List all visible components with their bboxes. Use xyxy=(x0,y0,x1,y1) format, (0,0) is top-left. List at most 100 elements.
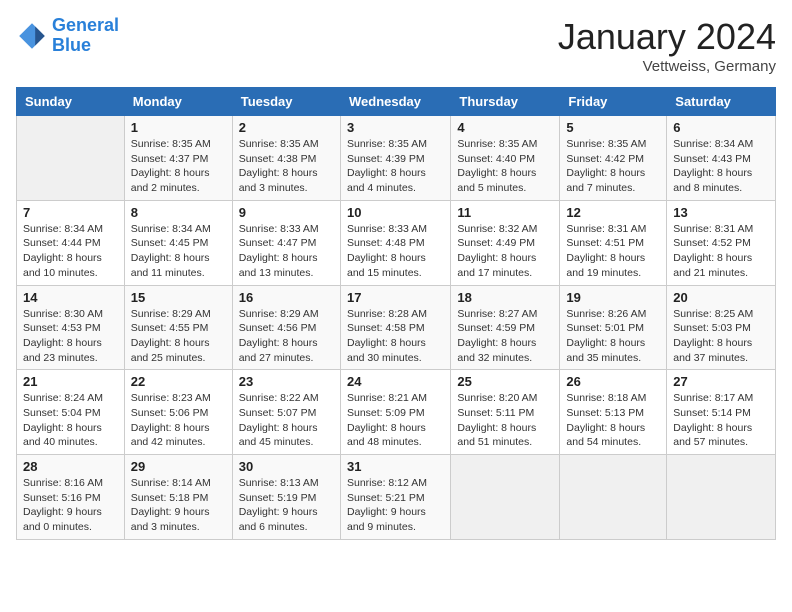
day-number: 9 xyxy=(239,205,334,220)
day-details: Sunrise: 8:28 AMSunset: 4:58 PMDaylight:… xyxy=(347,307,444,366)
day-details: Sunrise: 8:34 AMSunset: 4:45 PMDaylight:… xyxy=(131,222,226,281)
location: Vettweiss, Germany xyxy=(558,58,776,75)
day-number: 10 xyxy=(347,205,444,220)
calendar-cell: 6 Sunrise: 8:34 AMSunset: 4:43 PMDaylight… xyxy=(667,116,776,201)
calendar-cell: 1 Sunrise: 8:35 AMSunset: 4:37 PMDaylight… xyxy=(124,116,232,201)
month-title: January 2024 xyxy=(558,16,776,58)
day-details: Sunrise: 8:29 AMSunset: 4:56 PMDaylight:… xyxy=(239,307,334,366)
calendar-cell: 18 Sunrise: 8:27 AMSunset: 4:59 PMDayligh… xyxy=(451,285,560,370)
day-number: 24 xyxy=(347,374,444,389)
day-details: Sunrise: 8:25 AMSunset: 5:03 PMDaylight:… xyxy=(673,307,769,366)
calendar-cell: 3Sunrise: 8:35 AMSunset: 4:39 PMDaylight… xyxy=(340,116,450,201)
day-number: 15 xyxy=(131,290,226,305)
day-number: 13 xyxy=(673,205,769,220)
weekday-header-friday: Friday xyxy=(560,88,667,116)
calendar-cell: 24 Sunrise: 8:21 AMSunset: 5:09 PMDayligh… xyxy=(340,370,450,455)
calendar-cell: 8 Sunrise: 8:34 AMSunset: 4:45 PMDaylight… xyxy=(124,200,232,285)
day-number: 27 xyxy=(673,374,769,389)
weekday-header-monday: Monday xyxy=(124,88,232,116)
calendar-cell: 9 Sunrise: 8:33 AMSunset: 4:47 PMDaylight… xyxy=(232,200,340,285)
day-details: Sunrise: 8:30 AMSunset: 4:53 PMDaylight:… xyxy=(23,307,118,366)
day-details: Sunrise: 8:12 AMSunset: 5:21 PMDaylight:… xyxy=(347,476,444,535)
day-details: Sunrise: 8:31 AMSunset: 4:52 PMDaylight:… xyxy=(673,222,769,281)
day-details: Sunrise: 8:34 AMSunset: 4:44 PMDaylight:… xyxy=(23,222,118,281)
day-number: 6 xyxy=(673,120,769,135)
weekday-header-thursday: Thursday xyxy=(451,88,560,116)
calendar-cell xyxy=(560,455,667,540)
day-details: Sunrise: 8:32 AMSunset: 4:49 PMDaylight:… xyxy=(457,222,553,281)
day-number: 30 xyxy=(239,459,334,474)
day-number: 25 xyxy=(457,374,553,389)
calendar-cell: 27 Sunrise: 8:17 AMSunset: 5:14 PMDayligh… xyxy=(667,370,776,455)
day-details: Sunrise: 8:18 AMSunset: 5:13 PMDaylight:… xyxy=(566,391,660,450)
calendar-cell: 31 Sunrise: 8:12 AMSunset: 5:21 PMDayligh… xyxy=(340,455,450,540)
day-details: Sunrise: 8:24 AMSunset: 5:04 PMDaylight:… xyxy=(23,391,118,450)
calendar-cell: 16Sunrise: 8:29 AMSunset: 4:56 PMDayligh… xyxy=(232,285,340,370)
calendar-cell: 15 Sunrise: 8:29 AMSunset: 4:55 PMDayligh… xyxy=(124,285,232,370)
day-number: 31 xyxy=(347,459,444,474)
day-number: 18 xyxy=(457,290,553,305)
day-number: 7 xyxy=(23,205,118,220)
day-number: 1 xyxy=(131,120,226,135)
calendar-cell: 28 Sunrise: 8:16 AMSunset: 5:16 PMDayligh… xyxy=(17,455,125,540)
calendar-cell: 10 Sunrise: 8:33 AMSunset: 4:48 PMDayligh… xyxy=(340,200,450,285)
day-number: 17 xyxy=(347,290,444,305)
calendar-cell: 21 Sunrise: 8:24 AMSunset: 5:04 PMDayligh… xyxy=(17,370,125,455)
day-number: 14 xyxy=(23,290,118,305)
day-number: 8 xyxy=(131,205,226,220)
day-number: 2 xyxy=(239,120,334,135)
day-details: Sunrise: 8:33 AMSunset: 4:48 PMDaylight:… xyxy=(347,222,444,281)
day-details: Sunrise: 8:14 AMSunset: 5:18 PMDaylight:… xyxy=(131,476,226,535)
calendar-cell: 19 Sunrise: 8:26 AMSunset: 5:01 PMDayligh… xyxy=(560,285,667,370)
day-details: Sunrise: 8:27 AMSunset: 4:59 PMDaylight:… xyxy=(457,307,553,366)
day-number: 3 xyxy=(347,120,444,135)
day-number: 21 xyxy=(23,374,118,389)
calendar-cell: 26Sunrise: 8:18 AMSunset: 5:13 PMDayligh… xyxy=(560,370,667,455)
day-details: Sunrise: 8:35 AMSunset: 4:42 PMDaylight:… xyxy=(566,137,660,196)
calendar-cell: 14 Sunrise: 8:30 AMSunset: 4:53 PMDayligh… xyxy=(17,285,125,370)
day-number: 19 xyxy=(566,290,660,305)
calendar-cell: 13 Sunrise: 8:31 AMSunset: 4:52 PMDayligh… xyxy=(667,200,776,285)
day-number: 29 xyxy=(131,459,226,474)
calendar-cell: 22Sunrise: 8:23 AMSunset: 5:06 PMDayligh… xyxy=(124,370,232,455)
title-block: January 2024 Vettweiss, Germany xyxy=(558,16,776,75)
calendar-cell: 7 Sunrise: 8:34 AMSunset: 4:44 PMDaylight… xyxy=(17,200,125,285)
day-number: 11 xyxy=(457,205,553,220)
calendar-cell: 30 Sunrise: 8:13 AMSunset: 5:19 PMDayligh… xyxy=(232,455,340,540)
logo: General Blue xyxy=(16,16,119,56)
day-details: Sunrise: 8:26 AMSunset: 5:01 PMDaylight:… xyxy=(566,307,660,366)
day-details: Sunrise: 8:21 AMSunset: 5:09 PMDaylight:… xyxy=(347,391,444,450)
calendar-cell xyxy=(17,116,125,201)
calendar-cell: 4 Sunrise: 8:35 AMSunset: 4:40 PMDaylight… xyxy=(451,116,560,201)
day-number: 23 xyxy=(239,374,334,389)
day-details: Sunrise: 8:17 AMSunset: 5:14 PMDaylight:… xyxy=(673,391,769,450)
calendar-cell xyxy=(667,455,776,540)
day-number: 5 xyxy=(566,120,660,135)
calendar-table: SundayMondayTuesdayWednesdayThursdayFrid… xyxy=(16,87,776,540)
day-details: Sunrise: 8:35 AMSunset: 4:38 PMDaylight:… xyxy=(239,137,334,196)
day-details: Sunrise: 8:20 AMSunset: 5:11 PMDaylight:… xyxy=(457,391,553,450)
calendar-cell: 2 Sunrise: 8:35 AMSunset: 4:38 PMDaylight… xyxy=(232,116,340,201)
day-details: Sunrise: 8:22 AMSunset: 5:07 PMDaylight:… xyxy=(239,391,334,450)
calendar-cell: 5 Sunrise: 8:35 AMSunset: 4:42 PMDaylight… xyxy=(560,116,667,201)
weekday-header-wednesday: Wednesday xyxy=(340,88,450,116)
day-details: Sunrise: 8:33 AMSunset: 4:47 PMDaylight:… xyxy=(239,222,334,281)
logo-icon xyxy=(16,20,48,52)
calendar-cell xyxy=(451,455,560,540)
weekday-header-tuesday: Tuesday xyxy=(232,88,340,116)
calendar-cell: 11 Sunrise: 8:32 AMSunset: 4:49 PMDayligh… xyxy=(451,200,560,285)
day-details: Sunrise: 8:35 AMSunset: 4:37 PMDaylight:… xyxy=(131,137,226,196)
day-details: Sunrise: 8:35 AMSunset: 4:40 PMDaylight:… xyxy=(457,137,553,196)
weekday-header-sunday: Sunday xyxy=(17,88,125,116)
day-number: 4 xyxy=(457,120,553,135)
calendar-cell: 29 Sunrise: 8:14 AMSunset: 5:18 PMDayligh… xyxy=(124,455,232,540)
calendar-cell: 25 Sunrise: 8:20 AMSunset: 5:11 PMDayligh… xyxy=(451,370,560,455)
day-details: Sunrise: 8:31 AMSunset: 4:51 PMDaylight:… xyxy=(566,222,660,281)
day-number: 28 xyxy=(23,459,118,474)
day-details: Sunrise: 8:29 AMSunset: 4:55 PMDaylight:… xyxy=(131,307,226,366)
day-details: Sunrise: 8:13 AMSunset: 5:19 PMDaylight:… xyxy=(239,476,334,535)
day-details: Sunrise: 8:16 AMSunset: 5:16 PMDaylight:… xyxy=(23,476,118,535)
day-details: Sunrise: 8:34 AMSunset: 4:43 PMDaylight:… xyxy=(673,137,769,196)
calendar-cell: 23 Sunrise: 8:22 AMSunset: 5:07 PMDayligh… xyxy=(232,370,340,455)
day-number: 12 xyxy=(566,205,660,220)
